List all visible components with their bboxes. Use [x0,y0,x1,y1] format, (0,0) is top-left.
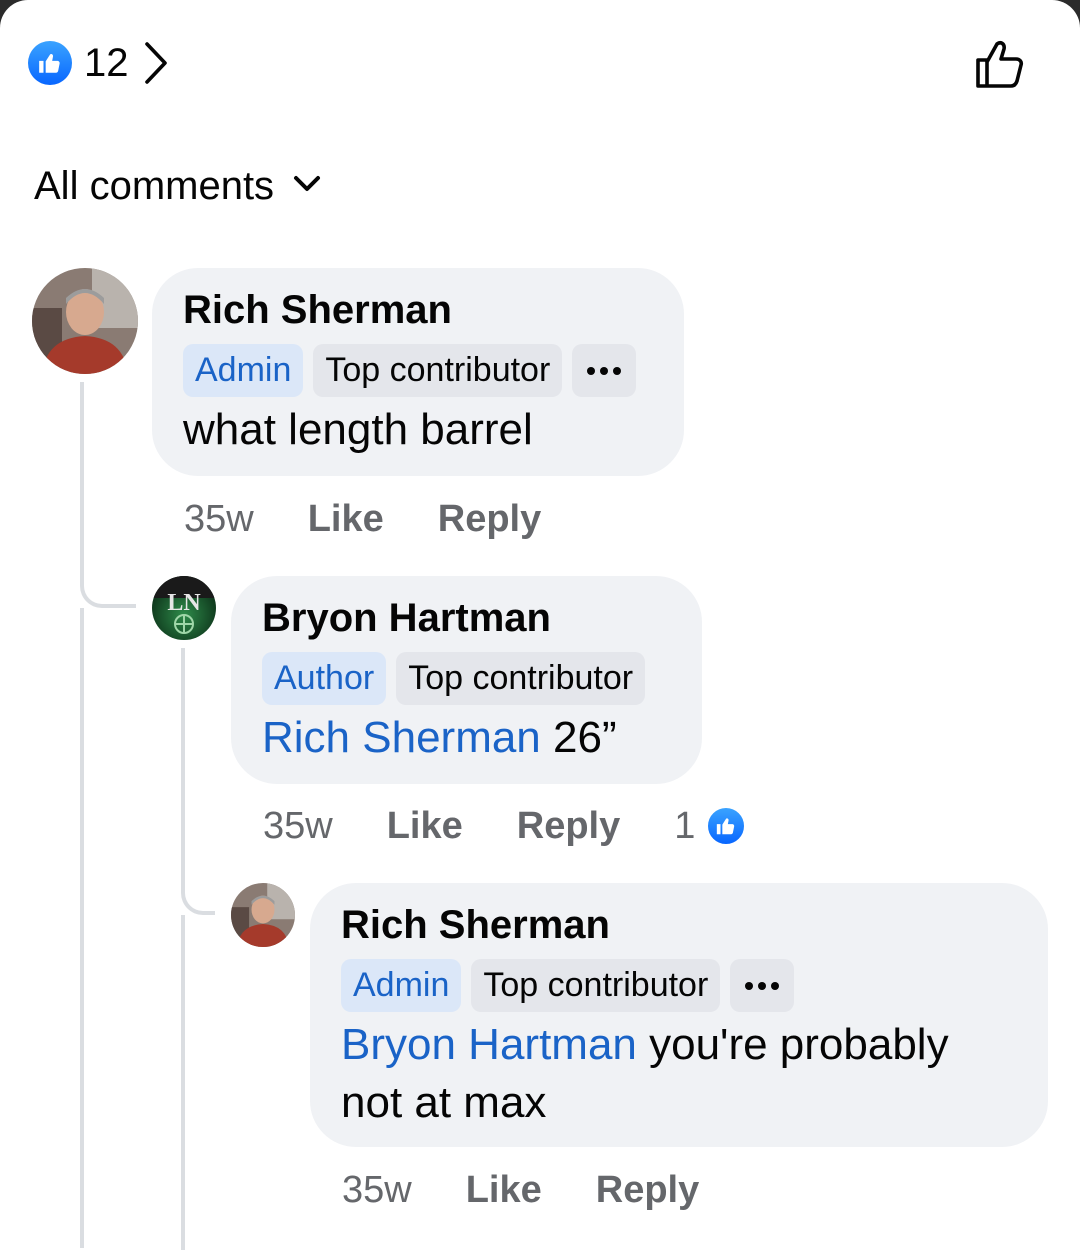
comment-timestamp[interactable]: 35w [263,805,333,848]
comment-author[interactable]: Rich Sherman [183,286,654,334]
avatar[interactable] [32,268,138,374]
comment-text: Bryon Hartman you're probably not at max [341,1016,1001,1132]
reply-button[interactable]: Reply [596,1169,699,1212]
more-dots-icon[interactable] [730,959,795,1012]
comment-like-count[interactable]: 1 [674,805,695,848]
comment-bubble: Rich Sherman Admin Top contributor Bryon… [310,883,1048,1147]
thread-line [80,608,84,1248]
comment-filter-dropdown[interactable]: All comments [34,164,322,209]
thread-line [80,382,84,562]
top-contributor-badge[interactable]: Top contributor [471,959,721,1012]
author-badge[interactable]: Author [262,652,387,705]
comment-actions: 35w Like Reply [184,495,595,543]
thread-line [181,648,185,868]
comment-text: Rich Sherman 26” [262,709,672,767]
comment-actions: 35w Like Reply 1 [263,802,748,850]
like-button[interactable]: Like [387,805,463,848]
reply-button[interactable]: Reply [438,498,541,541]
chevron-down-icon [292,174,322,199]
comment-timestamp[interactable]: 35w [342,1169,412,1212]
reactions-summary[interactable]: 12 [28,40,171,86]
reaction-count: 12 [84,40,129,85]
comment-text-body: 26” [540,713,617,762]
comment-text: what length barrel [183,405,533,454]
admin-badge[interactable]: Admin [341,959,462,1012]
like-button[interactable]: Like [308,498,384,541]
more-dots-icon[interactable] [572,344,637,397]
thread-connector [80,560,136,608]
badge-row: Admin Top contributor [183,344,654,397]
mention-link[interactable]: Rich Sherman [262,713,541,762]
top-contributor-badge[interactable]: Top contributor [396,652,646,705]
comment-actions: 35w Like Reply [342,1166,753,1214]
thumbs-up-icon[interactable] [705,805,748,847]
avatar[interactable]: LN [152,576,216,640]
avatar[interactable] [231,883,295,947]
top-contributor-badge[interactable]: Top contributor [313,344,563,397]
thumbs-up-outline-icon[interactable] [972,36,1028,92]
svg-text:LN: LN [167,590,201,616]
comment-timestamp[interactable]: 35w [184,498,254,541]
mention-link[interactable]: Bryon Hartman [341,1020,637,1069]
badge-row: Admin Top contributor [341,959,1018,1012]
like-button[interactable]: Like [466,1169,542,1212]
comment-bubble: Bryon Hartman Author Top contributor Ric… [231,576,702,784]
chevron-right-icon [141,40,171,86]
reply-button[interactable]: Reply [517,805,620,848]
thumbs-up-icon [28,41,72,85]
thread-line [181,915,185,1250]
comment-author[interactable]: Bryon Hartman [262,594,672,642]
thread-connector [181,866,215,915]
badge-row: Author Top contributor [262,652,672,705]
comment-bubble: Rich Sherman Admin Top contributor what … [152,268,684,476]
comments-sheet: 12 All comments Rich Sherman Admin Top c… [0,0,1080,1260]
filter-label: All comments [34,164,275,208]
comment-author[interactable]: Rich Sherman [341,901,1018,949]
admin-badge[interactable]: Admin [183,344,304,397]
